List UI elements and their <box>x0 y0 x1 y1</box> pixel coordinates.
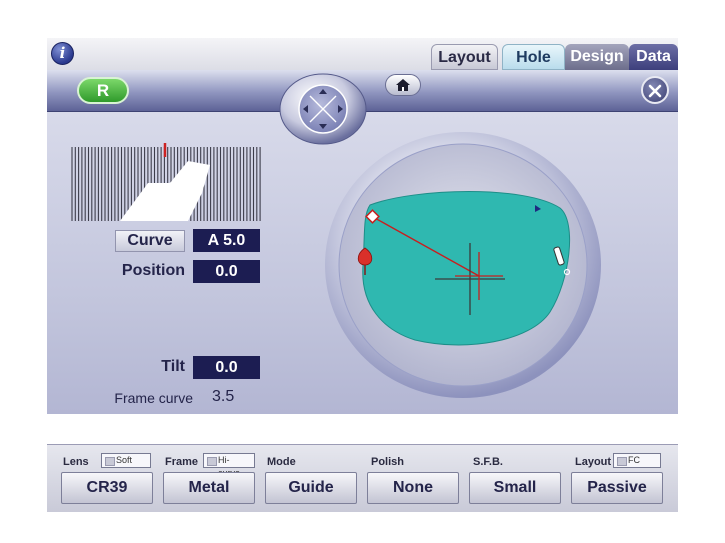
sfb-select-button[interactable]: Small <box>469 472 561 504</box>
frame-select-button[interactable]: Metal <box>163 472 255 504</box>
polish-option-label: Polish <box>371 456 405 468</box>
polish-select-button[interactable]: None <box>367 472 459 504</box>
lens-option-label: Lens <box>63 456 89 468</box>
sfb-option-label: S.F.B. <box>473 456 503 468</box>
mode-option-label: Mode <box>267 456 296 468</box>
scale-label-max: 5 <box>255 143 259 144</box>
curve-profile <box>120 161 210 221</box>
tab-data[interactable]: Data <box>629 44 678 70</box>
tilt-label: Tilt <box>161 358 185 375</box>
curve-button[interactable]: Curve <box>115 230 185 252</box>
info-icon[interactable]: i <box>51 42 74 65</box>
device-screen: i Layout Hole Design Data R Curve A 5.0 … <box>47 38 678 512</box>
lens-view[interactable] <box>325 130 603 400</box>
mode-select-button[interactable]: Guide <box>265 472 357 504</box>
close-icon <box>648 84 662 98</box>
soft-toggle[interactable]: Soft <box>101 453 151 468</box>
frame-option-label: Frame <box>165 456 199 468</box>
scale-label-min: -5 <box>76 143 82 144</box>
tab-hole[interactable]: Hole <box>502 44 565 70</box>
home-button[interactable] <box>385 74 421 96</box>
option-bar: Lens Soft CR39 Frame Hi-curve Metal Mode… <box>47 444 678 512</box>
right-lens-button[interactable]: R <box>77 77 129 104</box>
position-label: Position <box>121 262 185 279</box>
curve-value: A 5.0 <box>193 229 260 252</box>
hi-curve-toggle[interactable]: Hi-curve <box>203 453 255 478</box>
fc-toggle[interactable]: FC <box>613 453 661 468</box>
close-button[interactable] <box>641 76 669 104</box>
tab-design[interactable]: Design <box>565 44 629 70</box>
tab-bar: i Layout Hole Design Data <box>47 38 678 70</box>
tilt-value: 0.0 <box>193 356 260 379</box>
layout-select-button[interactable]: Passive <box>571 472 663 504</box>
layout-option-label: Layout <box>575 456 612 468</box>
main-panel: -5 0 5 Curve A 5.0 Position 0.0 Tilt 0.0… <box>47 112 678 512</box>
position-value: 0.0 <box>193 260 260 283</box>
curve-graph: -5 0 5 <box>71 143 261 221</box>
tab-layout[interactable]: Layout <box>431 44 498 70</box>
lens-select-button[interactable]: CR39 <box>61 472 153 504</box>
home-icon <box>396 79 410 91</box>
frame-curve-value: 3.5 <box>212 388 235 405</box>
direction-pad-icon[interactable] <box>278 72 368 146</box>
frame-curve-label: Frame curve <box>114 390 193 406</box>
